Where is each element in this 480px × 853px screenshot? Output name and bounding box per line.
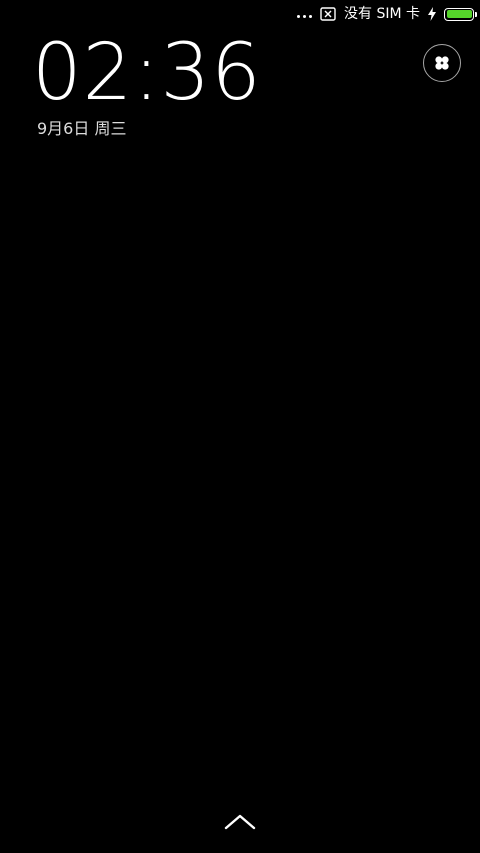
- four-petal-icon: [434, 55, 450, 71]
- chevron-up-icon: [222, 810, 258, 832]
- more-dots-icon: [297, 6, 312, 26]
- swipe-up-handle[interactable]: [222, 810, 258, 832]
- battery-icon: [444, 7, 477, 21]
- charging-icon: [428, 7, 436, 21]
- lockscreen-date: 9月6日 周三: [37, 119, 127, 138]
- carrier-text: 没有 SIM 卡: [344, 6, 420, 22]
- lockscreen-clock: 02:36: [32, 28, 262, 118]
- clock-time: 02:36: [32, 28, 262, 118]
- quick-apps-button[interactable]: [423, 44, 461, 82]
- sim-x-icon: [320, 7, 336, 21]
- status-bar: 没有 SIM 卡: [297, 4, 477, 26]
- battery-fill: [446, 10, 472, 18]
